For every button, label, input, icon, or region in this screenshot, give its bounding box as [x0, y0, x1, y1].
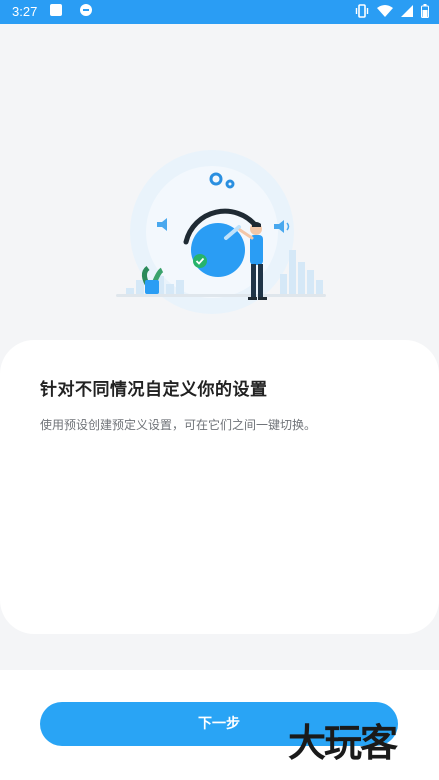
status-bar: 3:27 [0, 0, 439, 24]
hero-illustration [0, 24, 439, 354]
notification-a-icon [50, 4, 62, 16]
status-left-icons [50, 4, 92, 16]
message-icon [80, 4, 92, 16]
watermark: 大玩客 [288, 720, 398, 765]
onboarding-title: 针对不同情况自定义你的设置 [40, 380, 268, 400]
wifi-icon [377, 5, 393, 17]
status-time: 3:27 [12, 4, 38, 19]
status-right-icons [355, 4, 429, 18]
battery-icon [421, 4, 429, 18]
signal-icon [401, 5, 413, 17]
onboarding-description: 使用预设创建预定义设置，可在它们之间一键切换。 [40, 418, 317, 432]
vibrate-icon [355, 4, 369, 18]
